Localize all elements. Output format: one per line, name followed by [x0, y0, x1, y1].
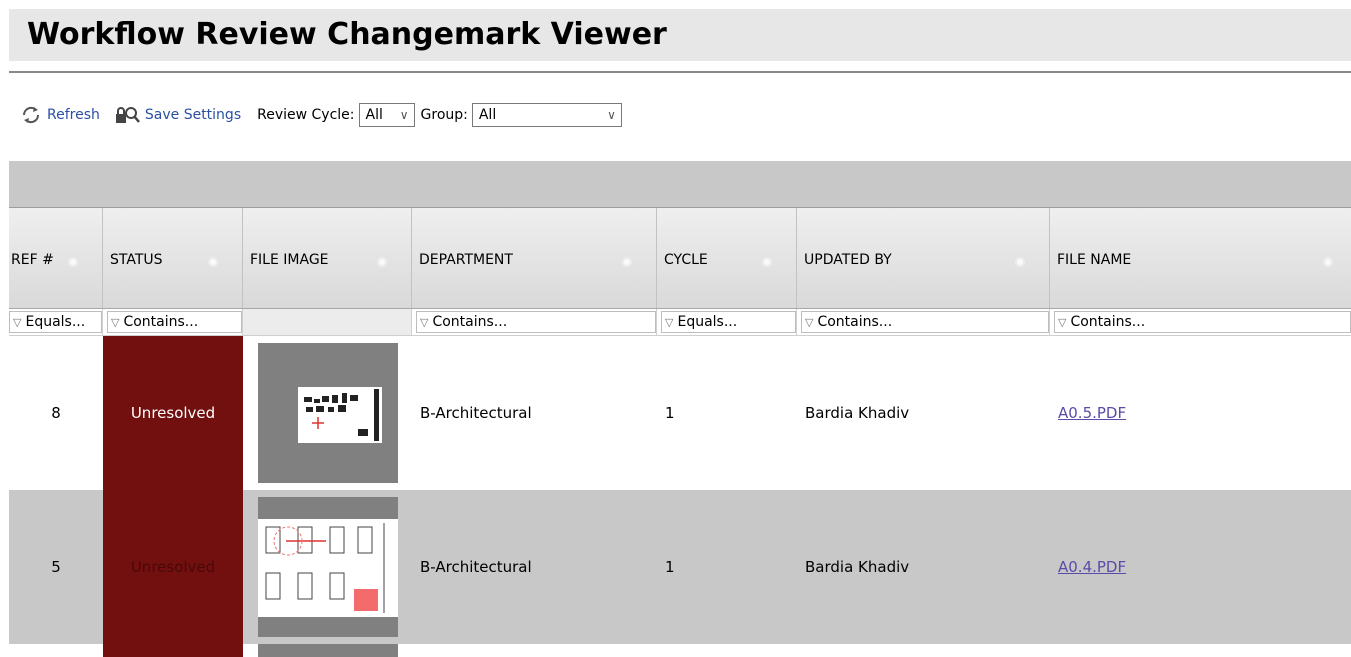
- review-cycle-label: Review Cycle:: [257, 107, 355, 123]
- file-thumbnail-cell[interactable]: [243, 336, 412, 490]
- filter-file-name[interactable]: ▽ Contains...: [1050, 309, 1351, 335]
- filter-icon: ▽: [805, 315, 814, 329]
- chevron-down-icon: ∨: [607, 108, 616, 122]
- gear-icon[interactable]: [208, 257, 218, 267]
- filter-icon: ▽: [111, 315, 120, 329]
- filter-cycle[interactable]: ▽ Equals...: [657, 309, 797, 335]
- status-badge: [103, 644, 243, 657]
- cycle-cell: 1: [665, 404, 675, 422]
- group-select[interactable]: All ∨: [471, 103, 622, 127]
- column-header-department[interactable]: DEPARTMENT: [412, 208, 657, 308]
- gear-icon[interactable]: [377, 257, 387, 267]
- updated-by-cell: Bardia Khadiv: [805, 558, 910, 576]
- file-name-cell: A0.5.PDF: [1050, 336, 1351, 490]
- cycle-cell: 1: [665, 558, 675, 576]
- department-cell: B-Architectural: [420, 558, 532, 576]
- filter-icon: ▽: [665, 315, 674, 329]
- column-header-ref[interactable]: REF #: [9, 208, 103, 308]
- column-header-status[interactable]: STATUS: [103, 208, 243, 308]
- gear-icon[interactable]: [622, 257, 632, 267]
- filter-icon: ▽: [420, 315, 429, 329]
- group-label: Group:: [420, 107, 468, 123]
- file-thumbnail[interactable]: [257, 497, 398, 637]
- title-divider: [9, 71, 1351, 73]
- toolbar: Refresh Save Settings Review Cycle: All …: [20, 101, 622, 129]
- refresh-button[interactable]: Refresh: [20, 105, 100, 125]
- filter-status[interactable]: ▽ Contains...: [103, 309, 243, 335]
- filter-icon: ▽: [1058, 315, 1067, 329]
- file-name-link[interactable]: A0.5.PDF: [1058, 404, 1126, 422]
- status-badge: Unresolved: [103, 490, 243, 644]
- refresh-icon: [22, 106, 40, 124]
- filter-updated-by[interactable]: ▽ Contains...: [797, 309, 1050, 335]
- save-settings-button[interactable]: Save Settings: [114, 105, 241, 125]
- drawing-thumbnail-icon: [257, 519, 398, 617]
- status-badge: Unresolved: [103, 336, 243, 490]
- file-name-cell: A0.4.PDF: [1050, 490, 1351, 644]
- refresh-label: Refresh: [47, 107, 100, 123]
- department-cell: B-Architectural: [420, 404, 532, 422]
- filter-department[interactable]: ▽ Contains...: [412, 309, 657, 335]
- drawing-thumbnail-icon: [297, 387, 382, 443]
- chevron-down-icon: ∨: [399, 108, 409, 122]
- table-row[interactable]: 8 Unresolved B-Architectural 1 Bardia Kh…: [9, 336, 1351, 490]
- ref-cell: 5: [51, 558, 61, 576]
- updated-by-cell: Bardia Khadiv: [805, 404, 910, 422]
- file-thumbnail[interactable]: [257, 644, 398, 657]
- grid-header: REF # STATUS FILE IMAGE DEPARTMENT CYCLE…: [9, 208, 1351, 309]
- table-row[interactable]: 5 Unresolved B-Architectural 1 Bardia Kh…: [9, 490, 1351, 644]
- filter-row: ▽ Equals... ▽ Contains... ▽ Contains... ▽ Eq…: [9, 309, 1351, 336]
- file-name-link[interactable]: A0.4.PDF: [1058, 558, 1126, 576]
- group-by-area[interactable]: [9, 161, 1351, 208]
- column-header-file-image[interactable]: FILE IMAGE: [243, 208, 412, 308]
- ref-cell: 8: [51, 404, 61, 422]
- gear-icon[interactable]: [1015, 257, 1025, 267]
- column-header-cycle[interactable]: CYCLE: [657, 208, 797, 308]
- review-cycle-select[interactable]: All ∨: [358, 103, 415, 127]
- page-title: Workflow Review Changemark Viewer: [9, 9, 1351, 61]
- column-header-updated-by[interactable]: UPDATED BY: [797, 208, 1050, 308]
- file-thumbnail-cell[interactable]: [243, 490, 412, 644]
- review-cycle-value: All: [365, 107, 383, 123]
- filter-icon: ▽: [13, 315, 22, 329]
- table-row-partial[interactable]: [9, 644, 1351, 657]
- file-thumbnail[interactable]: [257, 343, 398, 483]
- save-settings-label: Save Settings: [144, 107, 242, 123]
- gear-icon[interactable]: [68, 257, 78, 267]
- filter-file-image: [243, 309, 412, 335]
- group-value: All: [478, 107, 497, 123]
- gear-icon[interactable]: [762, 257, 772, 267]
- filter-ref[interactable]: ▽ Equals...: [9, 309, 103, 335]
- gear-icon[interactable]: [1323, 257, 1333, 267]
- save-settings-icon: [115, 107, 140, 123]
- column-header-file-name[interactable]: FILE NAME: [1050, 208, 1351, 308]
